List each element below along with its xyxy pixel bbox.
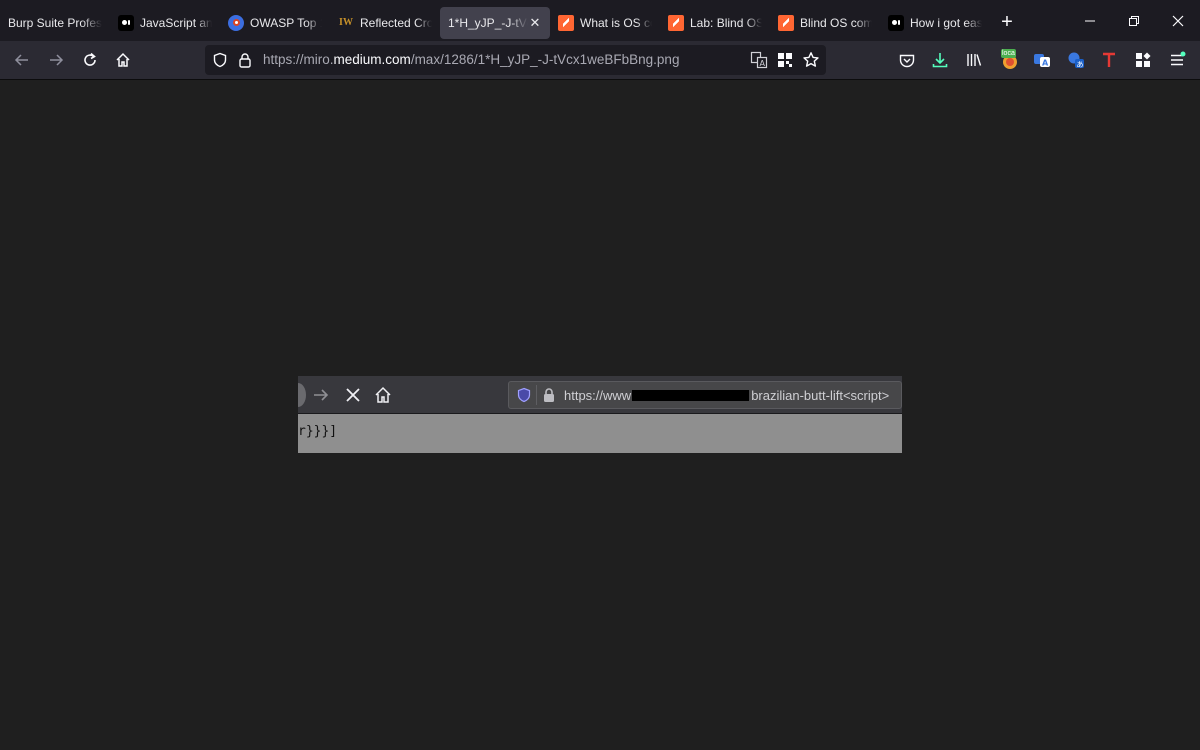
tab-title: Lab: Blind OS	[690, 15, 762, 30]
tab-3[interactable]: IW Reflected Cro	[330, 7, 440, 39]
back-arrow-icon	[14, 54, 28, 66]
image-body-text: r}}}]	[298, 424, 338, 439]
owasp-icon	[228, 14, 244, 31]
pocket-icon[interactable]	[898, 52, 916, 70]
tab-title: Blind OS comm	[800, 15, 872, 30]
tab-title: How i got eas	[910, 15, 982, 30]
svg-text:あ: あ	[1077, 61, 1084, 69]
svg-text:A: A	[1042, 59, 1049, 68]
tab-1[interactable]: JavaScript ana	[110, 7, 220, 39]
svg-text:A: A	[760, 59, 766, 68]
displayed-image: https://www brazilian-butt-lift<script> r…	[298, 376, 902, 453]
image-lock-icon	[541, 387, 557, 403]
local-extension-icon[interactable]: loca	[999, 49, 1021, 71]
library-icon[interactable]	[965, 51, 983, 69]
close-window-icon[interactable]	[1156, 0, 1200, 41]
new-tab-button[interactable]: +	[990, 7, 1024, 39]
tab-title: Reflected Cro	[360, 15, 432, 30]
restore-icon[interactable]	[1112, 0, 1156, 41]
tab-5[interactable]: What is OS co	[550, 7, 660, 39]
t-extension-icon[interactable]	[1100, 51, 1118, 69]
bookmark-star-icon[interactable]	[802, 51, 820, 69]
tab-6[interactable]: Lab: Blind OS	[660, 7, 770, 39]
app-menu-icon[interactable]	[1168, 51, 1186, 69]
back-button[interactable]	[8, 46, 36, 74]
image-home-icon	[374, 386, 392, 404]
home-button[interactable]	[109, 46, 137, 74]
image-page-body: r}}}]	[298, 414, 902, 453]
image-forward-arrow-icon	[312, 386, 330, 404]
tab-title: 1*H_yJP_-J-tVcx	[448, 15, 528, 30]
tab-7[interactable]: Blind OS comm	[770, 7, 880, 39]
portswigger-icon	[668, 14, 684, 31]
home-icon	[116, 52, 130, 67]
url-prefix: https://miro.	[263, 52, 334, 67]
forward-button[interactable]	[42, 46, 70, 74]
tab-8[interactable]: How i got eas	[880, 7, 990, 39]
lock-icon[interactable]	[237, 52, 253, 68]
reload-icon	[84, 52, 96, 66]
image-browser-toolbar: https://www brazilian-butt-lift<script>	[298, 376, 902, 414]
image-url-prefix: https://www	[564, 388, 632, 403]
tab-0[interactable]: Burp Suite Profess	[0, 7, 110, 39]
tab-2[interactable]: OWASP Top 1	[220, 7, 330, 39]
portswigger-icon	[558, 14, 574, 31]
medium-icon	[888, 14, 904, 31]
address-bar[interactable]: https://miro.medium.com/max/1286/1*H_yJP…	[205, 45, 826, 75]
forward-arrow-icon	[50, 54, 64, 66]
qr-code-icon[interactable]	[776, 51, 794, 69]
portswigger-icon	[778, 14, 794, 31]
translator-extension-icon[interactable]: A	[1033, 51, 1051, 69]
language-extension-icon[interactable]: あ	[1067, 51, 1085, 69]
minimize-icon[interactable]	[1068, 0, 1112, 41]
navigation-toolbar: https://miro.medium.com/max/1286/1*H_yJP…	[0, 41, 1200, 80]
window-controls	[1068, 0, 1200, 41]
tab-title: OWASP Top 1	[250, 15, 322, 30]
reload-button[interactable]	[76, 46, 104, 74]
url-path: /max/1286/1*H_yJP_-J-tVcx1weBFbBng.png	[410, 52, 680, 67]
image-back-circle-icon	[298, 383, 306, 407]
local-badge: loca	[1001, 49, 1016, 58]
image-shield-icon	[516, 387, 532, 403]
extensions-icon[interactable]	[1134, 51, 1152, 69]
image-address-bar: https://www brazilian-butt-lift<script>	[508, 381, 902, 409]
tab-title: JavaScript ana	[140, 15, 212, 30]
redaction-bar	[632, 390, 750, 401]
image-url-text: https://www brazilian-butt-lift<script>	[564, 388, 889, 403]
close-tab-icon[interactable]: ✕	[528, 15, 542, 30]
url-domain: medium.com	[333, 52, 411, 67]
tab-title: Burp Suite Profess	[8, 15, 102, 30]
image-stop-icon	[344, 386, 362, 404]
image-url-suffix: brazilian-butt-lift<script>	[751, 388, 890, 403]
medium-icon	[118, 14, 134, 31]
tab-list: Burp Suite Profess JavaScript ana OWASP To…	[0, 0, 1024, 41]
url-text[interactable]: https://miro.medium.com/max/1286/1*H_yJP…	[263, 52, 679, 67]
iw-icon: IW	[339, 17, 353, 28]
tracking-protection-shield-icon[interactable]	[212, 52, 228, 68]
tab-title: What is OS co	[580, 15, 652, 30]
translate-icon[interactable]: A	[750, 51, 768, 69]
tab-4[interactable]: 1*H_yJP_-J-tVcx✕	[440, 6, 550, 39]
tab-strip: Burp Suite Profess JavaScript ana OWASP To…	[0, 0, 1200, 41]
downloads-icon[interactable]	[931, 51, 949, 69]
